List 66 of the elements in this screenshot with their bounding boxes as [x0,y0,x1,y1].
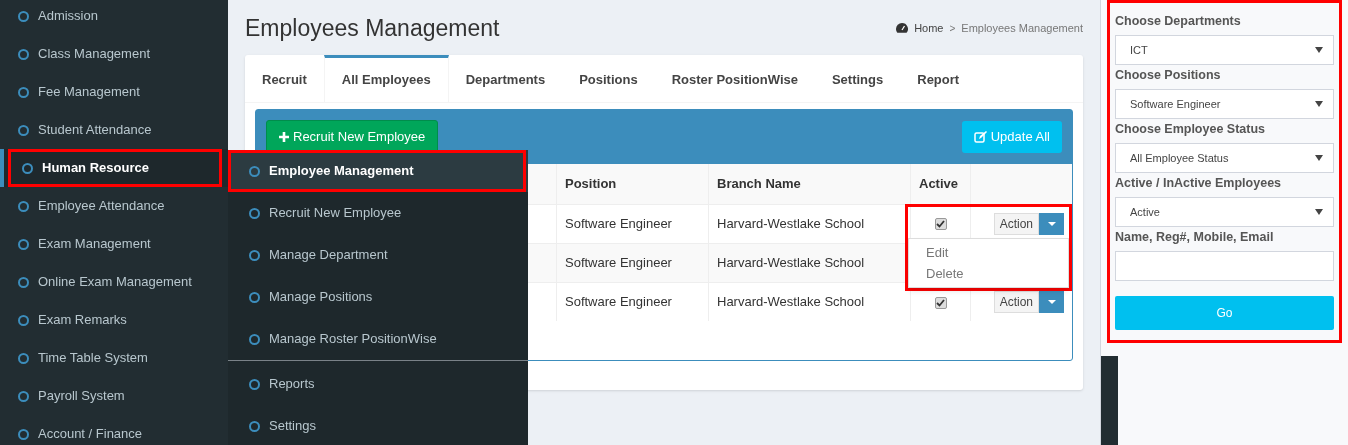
sidebar-item[interactable]: Admission [0,0,228,35]
tab[interactable]: All Employees [323,55,449,102]
sidebar-item[interactable]: Online Exam Management [0,263,228,301]
submenu-item[interactable]: Manage Positions [228,276,528,318]
sidebar-item[interactable]: Class Management [0,35,228,73]
page-title: Employees Management [245,13,500,43]
plus-icon [279,132,289,142]
select-field[interactable]: Active [1115,197,1334,227]
field-label: Active / InActive Employees [1115,175,1283,193]
dashboard-icon [896,23,909,33]
field-label: Choose Departments [1115,13,1242,31]
table-cell: Harvard-Westlake School [717,294,865,309]
menu-item[interactable]: Edit [909,242,1068,263]
caret-button[interactable] [1039,290,1064,313]
caret-icon [1315,209,1323,215]
sidebar-item[interactable]: Payroll System [0,377,228,415]
table-cell: Software Engineer [565,294,672,309]
edit-icon [973,130,987,144]
column-header: Position [565,176,617,191]
tab[interactable]: Positions [562,55,655,102]
search-field[interactable] [1115,251,1334,281]
submenu-item[interactable]: Reports [228,363,528,405]
tab[interactable]: Report [900,55,977,102]
sidebar-item[interactable]: Human Resource [0,149,228,187]
caret-icon [1047,299,1056,304]
submenu-item[interactable]: Manage Department [228,234,528,276]
sidebar-item[interactable]: Exam Remarks [0,301,228,339]
select-field[interactable]: ICT [1115,35,1334,65]
tab[interactable]: Settings [814,55,901,102]
breadcrumb-current: Employees Management [961,20,1083,36]
submenu-item[interactable]: Manage Roster PositionWise [228,318,528,360]
table-cell: Software Engineer [565,215,672,231]
column-header: Branch Name [717,176,801,191]
tab[interactable]: Roster PositionWise [654,55,815,102]
caret-icon [1315,47,1323,53]
caret-icon [1047,221,1056,226]
menu-item[interactable]: Delete [909,263,1068,284]
home-link[interactable]: Home [914,19,944,37]
table-cell: Harvard-Westlake School [717,254,865,270]
field-label: Choose Positions [1115,67,1222,85]
active-checkbox[interactable] [934,218,947,231]
caret-button[interactable] [1039,212,1064,235]
table-cell: Harvard-Westlake School [717,215,865,231]
select-field[interactable]: Software Engineer [1115,89,1334,119]
active-checkbox[interactable] [934,296,947,309]
select-field[interactable]: All Employee Status [1115,143,1334,173]
sidebar-item[interactable]: Time Table System [0,339,228,377]
submenu-item[interactable]: Recruit New Employee [228,192,528,234]
tab[interactable]: Recruit [245,55,324,102]
sidebar-item[interactable]: Student Attendance [0,111,228,149]
field-label: Choose Employee Status [1115,121,1267,139]
sidebar-item[interactable]: Employee Attendance [0,187,228,225]
submenu-item[interactable]: Settings [228,405,528,445]
submenu-item[interactable]: Employee Management [228,150,528,192]
breadcrumb-separator: > [949,21,956,36]
caret-icon [1315,101,1323,107]
action-button[interactable]: Action [993,290,1039,313]
sidebar-item[interactable]: Exam Management [0,225,228,263]
sidebar-item[interactable]: Account / Finance [0,415,228,445]
field-label: Name, Reg#, Mobile, Email [1115,229,1275,247]
sidebar-item[interactable]: Fee Management [0,73,228,111]
action-button[interactable]: Action [993,212,1039,235]
tab[interactable]: Departments [448,55,563,102]
table-cell: Software Engineer [565,254,672,270]
column-header: Active [919,176,959,191]
caret-icon [1315,155,1323,161]
